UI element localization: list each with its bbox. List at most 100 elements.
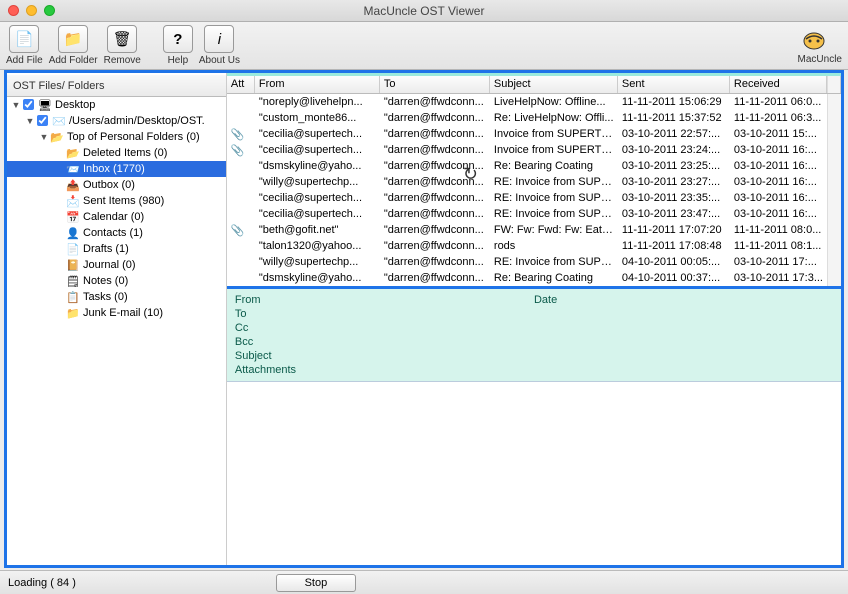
table-row[interactable]: "custom_monte86..."darren@ffwdconn...Re:… [227,110,827,126]
tree-item[interactable]: 📋Tasks (0) [7,289,226,305]
table-row[interactable]: "willy@supertechp..."darren@ffwdconn...R… [227,254,827,270]
folder-plus-icon: 📁 [58,25,88,53]
cell-to: "darren@ffwdconn... [380,224,490,236]
table-row[interactable]: "dsmskyline@yaho..."darren@ffwdconn...Re… [227,270,827,286]
tree-item[interactable]: 📤Outbox (0) [7,177,226,193]
stop-button[interactable]: Stop [276,574,356,592]
folder-tree[interactable]: OST Files/ Folders ▼ 🖥 Desktop ▼ ✉️ /Use… [7,73,227,565]
cell-sent: 03-10-2011 23:27:... [618,176,730,188]
table-row[interactable]: "talon1320@yahoo..."darren@ffwdconn...ro… [227,238,827,254]
table-row[interactable]: "dsmskyline@yaho..."darren@ffwdconn...Re… [227,158,827,174]
cell-from: "beth@gofit.net" [255,224,380,236]
add-file-button[interactable]: 📄 Add File [6,25,43,66]
col-sent[interactable]: Sent [618,76,730,93]
table-row[interactable]: "cecilia@supertech..."darren@ffwdconn...… [227,206,827,222]
folder-icon: 📔 [65,259,81,272]
cell-sent: 11-11-2011 15:06:29 [618,96,730,108]
question-icon: ? [163,25,193,53]
cell-to: "darren@ffwdconn... [380,112,490,124]
table-row[interactable]: "noreply@livehelpn..."darren@ffwdconn...… [227,94,827,110]
chevron-down-icon[interactable]: ▼ [11,100,21,110]
tree-item[interactable]: 📩Sent Items (980) [7,193,226,209]
cell-sent: 03-10-2011 23:24:... [618,144,730,156]
preview-attachments-label: Attachments [235,363,534,377]
about-button[interactable]: i About Us [199,25,240,66]
cell-sent: 11-11-2011 15:37:52 [618,112,730,124]
chevron-down-icon[interactable]: ▼ [25,116,35,126]
window-title: MacUncle OST Viewer [0,4,848,18]
checkbox[interactable] [37,115,48,126]
table-row[interactable]: 📎"beth@gofit.net""darren@ffwdconn...FW: … [227,222,827,238]
scrollbar[interactable] [827,94,841,286]
status-text: Loading ( 84 ) [8,577,76,589]
brand-logo: MacUncle [798,26,842,65]
cell-sent: 04-10-2011 00:05:... [618,256,730,268]
cell-received: 03-10-2011 16:... [730,208,827,220]
folder-icon: 📄 [65,243,81,256]
tree-item[interactable]: 📔Journal (0) [7,257,226,273]
tree-item[interactable]: 📄Drafts (1) [7,241,226,257]
cell-from: "willy@supertechp... [255,256,380,268]
col-received[interactable]: Received [730,76,827,93]
col-att[interactable]: Att [227,76,255,93]
tree-item-label: Tasks (0) [83,291,128,303]
cell-to: "darren@ffwdconn... [380,256,490,268]
table-row[interactable]: 📎"cecilia@supertech..."darren@ffwdconn..… [227,126,827,142]
grid-body[interactable]: ↻ "noreply@livehelpn..."darren@ffwdconn.… [227,94,827,286]
preview-bcc-label: Bcc [235,335,534,349]
cell-to: "darren@ffwdconn... [380,128,490,140]
tree-item[interactable]: 📨Inbox (1770) [7,161,226,177]
cell-from: "dsmskyline@yaho... [255,160,380,172]
cell-subject: RE: Invoice from SUPE... [490,256,618,268]
remove-button[interactable]: 🗑 Remove [104,25,141,66]
col-subject[interactable]: Subject [490,76,618,93]
tree-node-top[interactable]: ▼ 📂 Top of Personal Folders (0) [7,129,226,145]
grid-header[interactable]: Att From To Subject Sent Received [227,76,841,94]
folder-icon: 📩 [65,195,81,208]
cell-subject: Re: Bearing Coating [490,272,618,284]
cell-sent: 03-10-2011 23:25:... [618,160,730,172]
titlebar: MacUncle OST Viewer [0,0,848,22]
checkbox[interactable] [23,99,34,110]
cell-to: "darren@ffwdconn... [380,176,490,188]
tree-item[interactable]: 📁Junk E-mail (10) [7,305,226,321]
tree-node-path[interactable]: ▼ ✉️ /Users/admin/Desktop/OST. [7,113,226,129]
scrollbar[interactable] [827,76,841,93]
cell-sent: 11-11-2011 17:07:20 [618,224,730,236]
file-plus-icon: 📄 [9,25,39,53]
cell-to: "darren@ffwdconn... [380,240,490,252]
attachment-icon: 📎 [227,128,255,141]
toolbar: 📄 Add File 📁 Add Folder 🗑 Remove ? Help … [0,22,848,70]
cell-to: "darren@ffwdconn... [380,208,490,220]
cell-received: 03-10-2011 16:... [730,192,827,204]
chevron-down-icon[interactable]: ▼ [39,132,49,142]
folder-icon: 📂 [49,131,65,144]
right-pane: Att From To Subject Sent Received ↻ "nor… [227,73,841,565]
table-row[interactable]: 📎"cecilia@supertech..."darren@ffwdconn..… [227,142,827,158]
preview-date-label: Date [534,293,833,307]
folder-tab[interactable]: OST Files/ Folders [7,75,226,97]
cell-to: "darren@ffwdconn... [380,160,490,172]
tree-node-desktop[interactable]: ▼ 🖥 Desktop [7,97,226,113]
cell-from: "cecilia@supertech... [255,128,380,140]
tree-item[interactable]: 📅Calendar (0) [7,209,226,225]
tree-item[interactable]: 👤Contacts (1) [7,225,226,241]
cell-from: "willy@supertechp... [255,176,380,188]
tree-item[interactable]: 📂Deleted Items (0) [7,145,226,161]
cell-sent: 03-10-2011 23:47:... [618,208,730,220]
cell-from: "cecilia@supertech... [255,144,380,156]
help-button[interactable]: ? Help [163,25,193,66]
cell-sent: 03-10-2011 22:57:... [618,128,730,140]
cell-subject: Invoice from SUPERTE... [490,144,618,156]
table-row[interactable]: "willy@supertechp..."darren@ffwdconn...R… [227,174,827,190]
tree-item[interactable]: 🗒Notes (0) [7,273,226,289]
col-to[interactable]: To [380,76,490,93]
cell-from: "dsmskyline@yaho... [255,272,380,284]
table-row[interactable]: "cecilia@supertech..."darren@ffwdconn...… [227,190,827,206]
add-folder-button[interactable]: 📁 Add Folder [49,25,98,66]
col-from[interactable]: From [255,76,380,93]
status-bar: Loading ( 84 ) Stop [0,570,848,594]
folder-icon: 📁 [65,307,81,320]
info-icon: i [204,25,234,53]
cell-subject: RE: Invoice from SUPE... [490,208,618,220]
